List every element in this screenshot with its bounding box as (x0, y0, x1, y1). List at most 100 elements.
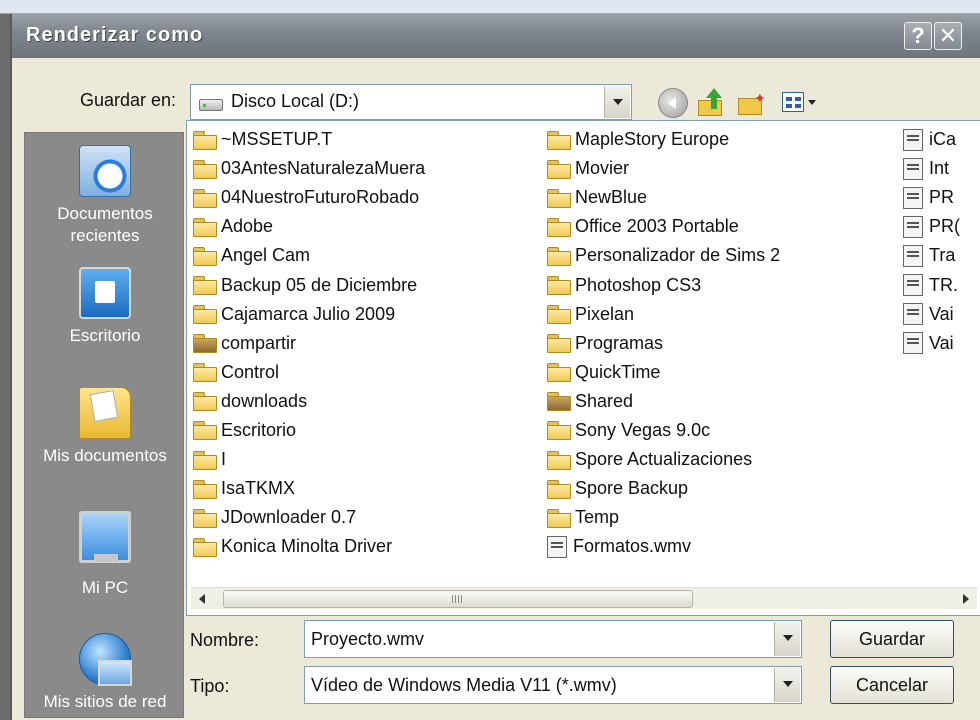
filename-value: Proyecto.wmv (311, 629, 425, 649)
list-item[interactable]: PR( (903, 212, 960, 241)
views-menu-icon[interactable] (780, 88, 820, 118)
list-item[interactable]: Vai (903, 300, 960, 329)
filetype-dropdown[interactable]: Vídeo de Windows Media V11 (*.wmv) (304, 666, 802, 704)
file-column-2: MapleStory Europe Movier NewBlue Office 200… (547, 125, 780, 561)
recent-documents-icon (79, 145, 131, 197)
list-item[interactable]: Movier (547, 154, 780, 183)
cancel-button[interactable]: Cancelar (830, 666, 954, 704)
file-name: NewBlue (575, 187, 648, 208)
list-item[interactable]: Backup 05 de Diciembre (193, 270, 425, 299)
folder-icon (193, 508, 217, 528)
list-item[interactable]: NewBlue (547, 183, 780, 212)
background-app-toolbar (0, 0, 980, 14)
title-bar[interactable]: Renderizar como ? ✕ (12, 14, 980, 58)
my-documents-icon (79, 387, 131, 439)
folder-icon (547, 508, 571, 528)
save-in-dropdown[interactable]: Disco Local (D:) (190, 84, 632, 120)
save-in-label: Guardar en: (80, 90, 177, 110)
list-item[interactable]: Photoshop CS3 (547, 270, 780, 299)
close-button[interactable]: ✕ (934, 22, 962, 50)
list-item[interactable]: MapleStory Europe (547, 125, 780, 154)
chevron-down-icon[interactable] (774, 622, 800, 656)
file-icon (903, 332, 923, 355)
list-item[interactable]: 03AntesNaturalezaMuera (193, 154, 425, 183)
chevron-down-icon[interactable] (774, 668, 800, 702)
file-icon (547, 535, 567, 558)
horizontal-scrollbar[interactable] (191, 587, 977, 609)
list-item[interactable]: Personalizador de Sims 2 (547, 241, 780, 270)
place-desktop[interactable]: Escritorio (25, 267, 185, 347)
list-item[interactable]: downloads (193, 387, 425, 416)
scroll-left-icon[interactable] (191, 588, 213, 610)
folder-icon (547, 479, 571, 499)
scroll-thumb[interactable] (223, 590, 693, 608)
new-folder-icon[interactable]: ✦ (736, 88, 766, 118)
list-item[interactable]: JDownloader 0.7 (193, 503, 425, 532)
place-my-documents[interactable]: Mis documentos (25, 387, 185, 467)
file-list[interactable]: ~MSSETUP.T 03AntesNaturalezaMuera 04Nuestr… (186, 120, 980, 616)
file-name: Personalizador de Sims 2 (575, 245, 781, 266)
list-item[interactable]: Int (903, 154, 960, 183)
file-name: TR. (929, 274, 958, 295)
filetype-label: Tipo: (190, 676, 230, 696)
list-item[interactable]: Office 2003 Portable (547, 212, 780, 241)
place-label: Escritorio (69, 326, 141, 345)
chevron-down-icon[interactable] (604, 86, 630, 118)
list-item[interactable]: 04NuestroFuturoRobado (193, 183, 425, 212)
folder-icon (193, 479, 217, 499)
up-folder-icon[interactable] (696, 88, 726, 118)
places-bar: Documentos recientes Escritorio Mis docu… (24, 132, 184, 718)
file-name: Vai (929, 303, 954, 324)
save-button[interactable]: Guardar (830, 620, 954, 658)
list-item[interactable]: Konica Minolta Driver (193, 532, 425, 561)
file-name: Spore Actualizaciones (575, 449, 753, 470)
help-button[interactable]: ? (904, 22, 932, 50)
list-item[interactable]: Spore Actualizaciones (547, 445, 780, 474)
list-item[interactable]: Formatos.wmv (547, 532, 780, 561)
list-item[interactable]: QuickTime (547, 358, 780, 387)
place-recent-documents[interactable]: Documentos recientes (25, 145, 185, 247)
folder-icon (547, 188, 571, 208)
folder-icon (193, 276, 217, 296)
list-item[interactable]: Shared (547, 387, 780, 416)
folder-icon (547, 363, 571, 383)
file-name: ~MSSETUP.T (221, 129, 333, 150)
list-item[interactable]: IsaTKMX (193, 474, 425, 503)
file-name: Temp (575, 507, 620, 528)
dialog-title: Renderizar como (26, 24, 204, 46)
shared-folder-icon (547, 392, 571, 412)
place-label: Documentos recientes (57, 204, 153, 245)
list-item[interactable]: TR. (903, 270, 960, 299)
filename-input[interactable]: Proyecto.wmv (304, 620, 802, 658)
place-my-computer[interactable]: Mi PC (25, 511, 185, 599)
list-item[interactable]: Vai (903, 329, 960, 358)
list-item[interactable]: Angel Cam (193, 241, 425, 270)
folder-icon (193, 421, 217, 441)
place-network[interactable]: Mis sitios de red (25, 633, 185, 713)
list-item[interactable]: Tra (903, 241, 960, 270)
list-item[interactable]: Temp (547, 503, 780, 532)
back-icon[interactable] (658, 88, 688, 118)
file-name: compartir (221, 332, 297, 353)
list-item[interactable]: ~MSSETUP.T (193, 125, 425, 154)
list-item[interactable]: Adobe (193, 212, 425, 241)
list-item[interactable]: compartir (193, 329, 425, 358)
file-name: MapleStory Europe (575, 129, 730, 150)
file-icon (903, 274, 923, 297)
file-name: Pixelan (575, 303, 635, 324)
list-item[interactable]: Cajamarca Julio 2009 (193, 300, 425, 329)
list-item[interactable]: iCa (903, 125, 960, 154)
list-item[interactable]: Spore Backup (547, 474, 780, 503)
list-item[interactable]: Pixelan (547, 300, 780, 329)
file-name: PR (929, 187, 955, 208)
list-item[interactable]: Sony Vegas 9.0c (547, 416, 780, 445)
list-item[interactable]: Control (193, 358, 425, 387)
list-item[interactable]: I (193, 445, 425, 474)
file-name: Backup 05 de Diciembre (221, 274, 418, 295)
scroll-right-icon[interactable] (955, 588, 977, 610)
folder-icon (193, 450, 217, 470)
my-computer-icon (79, 511, 131, 563)
list-item[interactable]: PR (903, 183, 960, 212)
list-item[interactable]: Programas (547, 329, 780, 358)
list-item[interactable]: Escritorio (193, 416, 425, 445)
